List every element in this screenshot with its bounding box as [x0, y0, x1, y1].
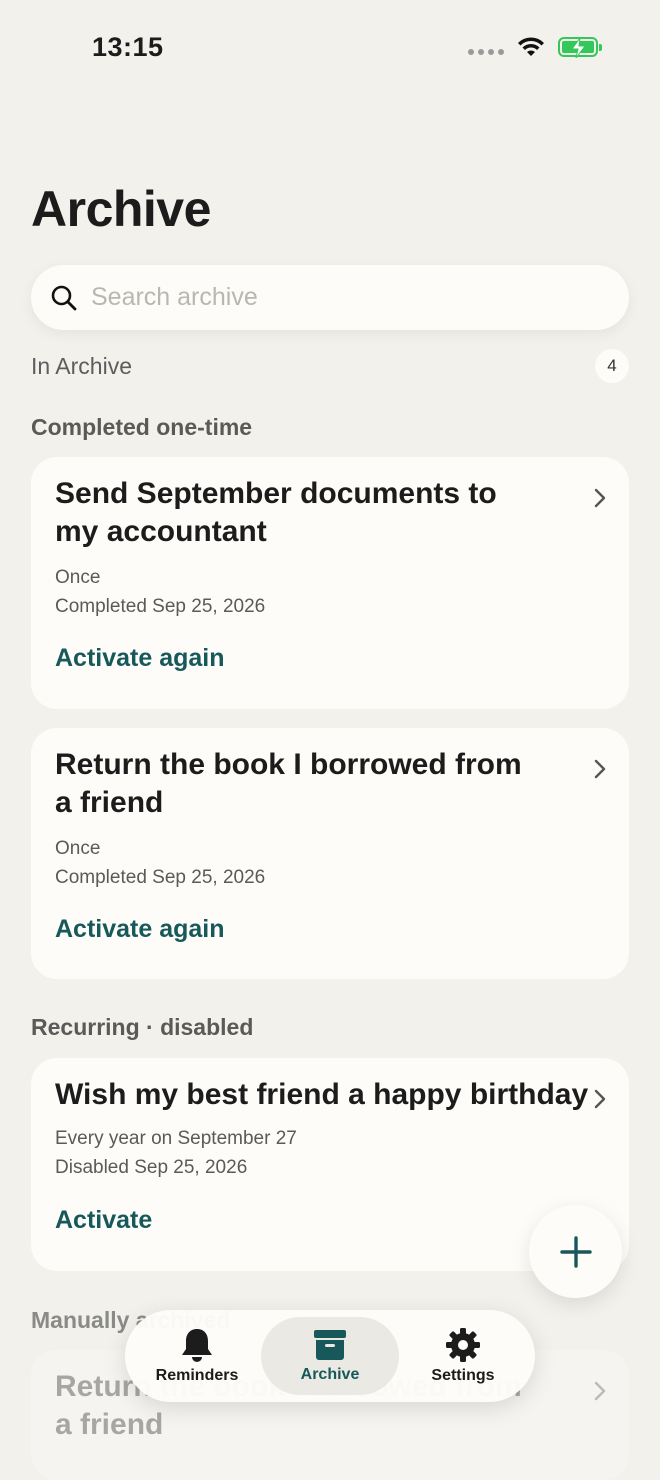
cellular-signal-icon: [468, 49, 504, 55]
activate-button[interactable]: Activate: [55, 1206, 152, 1235]
card-frequency: Once: [55, 838, 101, 859]
card-status: Completed Sep 25, 2026: [55, 596, 266, 617]
tab-label: Archive: [300, 1366, 360, 1383]
archive-card[interactable]: Return the book I borrowed from a friend…: [31, 728, 629, 979]
section-header-recurring: Recurring · disabled: [31, 1014, 254, 1040]
gear-icon: [445, 1328, 480, 1362]
archive-summary-label: In Archive: [31, 352, 132, 379]
search-input[interactable]: [89, 282, 573, 313]
archive-summary: In Archive 4: [31, 349, 629, 383]
card-status: Disabled Sep 25, 2026: [55, 1157, 248, 1178]
archive-count-badge: 4: [595, 349, 629, 383]
activate-again-button[interactable]: Activate again: [55, 915, 225, 944]
archive-box-icon: [314, 1330, 346, 1360]
card-title: Return the book I borrowed from a friend: [55, 748, 522, 819]
tab-archive[interactable]: Archive: [261, 1317, 399, 1395]
chevron-right-icon: [594, 488, 606, 508]
search-bar[interactable]: [31, 265, 629, 330]
tab-settings[interactable]: Settings: [399, 1317, 527, 1395]
chevron-right-icon: [594, 759, 606, 779]
status-time: 13:15: [92, 32, 164, 62]
search-icon: [51, 285, 77, 310]
activate-again-button[interactable]: Activate again: [55, 644, 225, 673]
bell-icon: [182, 1329, 213, 1362]
card-frequency: Once: [55, 567, 101, 588]
add-reminder-button[interactable]: [529, 1205, 622, 1298]
tab-reminders[interactable]: Reminders: [133, 1317, 261, 1395]
card-frequency: Every year on September 27: [55, 1128, 297, 1149]
plus-icon: [559, 1235, 592, 1268]
section-header-completed: Completed one-time: [31, 414, 253, 440]
wifi-icon: [518, 37, 544, 56]
chevron-right-icon: [594, 1089, 606, 1109]
tab-bar: Reminders Archive Settings: [125, 1310, 535, 1402]
battery-charging-icon: [558, 37, 602, 58]
card-status: Completed Sep 25, 2026: [55, 867, 266, 888]
card-title: Wish my best friend a happy birthday: [55, 1078, 589, 1111]
status-icons: [468, 36, 602, 58]
page-title: Archive: [31, 181, 211, 237]
tab-label: Reminders: [155, 1367, 239, 1384]
card-title: Send September documents to my accountan…: [55, 477, 497, 548]
chevron-right-icon: [594, 1381, 606, 1401]
tab-label: Settings: [431, 1367, 495, 1384]
archive-card[interactable]: Send September documents to my accountan…: [31, 457, 629, 709]
